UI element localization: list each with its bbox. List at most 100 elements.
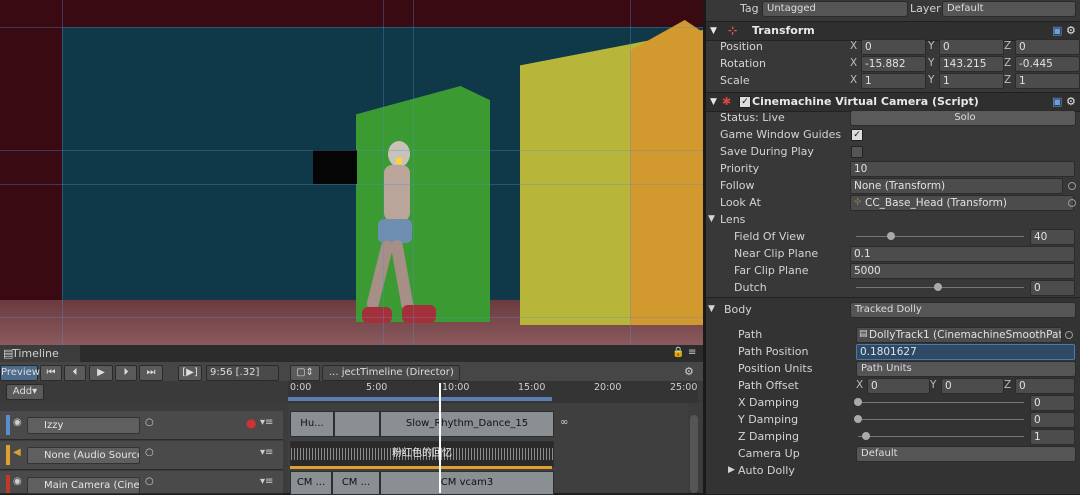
rotation-x-field[interactable]: -15.882 <box>861 56 926 72</box>
layer-dropdown[interactable]: Default <box>942 1 1076 17</box>
y-damping-knob[interactable] <box>854 415 862 423</box>
x-damping-slider[interactable] <box>858 402 1024 403</box>
solo-button[interactable]: Solo <box>850 110 1076 126</box>
timeline-selector[interactable]: ▢⇕ <box>290 365 320 381</box>
director-selector[interactable]: ... jectTimeline (Director) <box>322 365 460 381</box>
lookat-field[interactable]: CC_Base_Head (Transform) <box>850 195 1074 211</box>
object-picker-icon[interactable] <box>1068 182 1076 190</box>
near-clip-field[interactable]: 0.1 <box>850 246 1075 262</box>
target-circle-icon[interactable]: ○ <box>145 447 154 458</box>
tab-timeline[interactable]: ▤ Timeline <box>0 345 80 362</box>
path-offset-z-field[interactable]: 0 <box>1015 378 1075 394</box>
z-damping-field[interactable]: 1 <box>1030 429 1075 445</box>
y-damping-slider[interactable] <box>858 419 1024 420</box>
timeline-scrollbar[interactable] <box>690 415 698 493</box>
clips-area[interactable]: Hu... Slow_Rhythm_Dance_15 ∞ 粉红色的回忆 CM .… <box>288 383 688 495</box>
rotation-y-field[interactable]: 143.215 <box>939 56 1004 72</box>
scene-view[interactable] <box>0 0 703 345</box>
next-frame-button[interactable]: ⏵ <box>115 365 137 381</box>
window-menu-icon[interactable]: ≡ <box>688 347 696 358</box>
goto-end-button[interactable]: ⏭ <box>139 365 163 381</box>
track-menu-icon[interactable]: ▾≡ <box>260 447 273 458</box>
fov-field[interactable]: 40 <box>1030 229 1075 245</box>
tag-dropdown[interactable]: Untagged <box>762 1 908 17</box>
fov-slider-knob[interactable] <box>887 232 895 240</box>
lens-row[interactable]: ▼ Lens <box>706 211 1080 228</box>
target-circle-icon[interactable]: ○ <box>145 417 154 428</box>
path-offset-x-field[interactable]: 0 <box>867 378 930 394</box>
track-binding-field[interactable]: None (Audio Source) <box>27 447 140 464</box>
settings-gear-icon[interactable]: ⚙ <box>684 365 694 378</box>
path-position-field[interactable]: 0.1801627 <box>856 344 1075 360</box>
object-picker-icon[interactable] <box>1065 331 1073 339</box>
scale-z-field[interactable]: 1 <box>1015 73 1080 89</box>
priority-field[interactable]: 10 <box>850 161 1075 177</box>
axis-y-label: Y <box>928 40 935 52</box>
track-binding-field[interactable]: Main Camera (Cinemachine) <box>27 477 140 494</box>
animation-clip[interactable]: Slow_Rhythm_Dance_15 <box>380 411 554 437</box>
z-damping-slider[interactable] <box>858 436 1024 437</box>
track-header-izzy[interactable]: ◉ Izzy ○ ● ▾≡ <box>0 411 283 440</box>
rotation-z-field[interactable]: -0.445 <box>1015 56 1080 72</box>
position-units-dropdown[interactable]: Path Units <box>856 361 1076 377</box>
audio-clip[interactable]: 粉红色的回忆 <box>290 441 554 467</box>
audio-clip-bar <box>290 466 552 469</box>
body-row[interactable]: ▼ Body Tracked Dolly <box>706 301 1080 318</box>
scale-x-field[interactable]: 1 <box>861 73 926 89</box>
position-z-field[interactable]: 0 <box>1015 39 1080 55</box>
track-header-audio[interactable]: ◀ None (Audio Source) ○ ▾≡ <box>0 441 283 470</box>
playrange-button[interactable]: [▶] <box>178 365 202 381</box>
time-ruler[interactable]: 0:00 5:00 10:00 15:00 20:00 25:00 <box>288 381 698 403</box>
preview-button[interactable]: Preview <box>0 365 40 381</box>
x-damping-knob[interactable] <box>854 398 862 406</box>
cinemachine-shot-clip[interactable]: CM ... <box>290 471 332 495</box>
cinemachine-shot-clip[interactable]: CM vcam3 <box>380 471 554 495</box>
vcam-enabled-checkbox[interactable]: ✓ <box>739 96 751 108</box>
time-field[interactable]: 9:56 [.32] <box>206 365 279 381</box>
object-picker-icon[interactable] <box>1068 199 1076 207</box>
track-header-camera[interactable]: ◉ Main Camera (Cinemachine) ○ ▾≡ <box>0 471 283 494</box>
path-field[interactable]: DollyTrack1 (CinemachineSmoothPath) <box>856 327 1062 343</box>
dutch-field[interactable]: 0 <box>1030 280 1075 296</box>
foldout-arrow-icon[interactable]: ▶ <box>728 462 735 479</box>
camera-up-dropdown[interactable]: Default <box>856 446 1076 462</box>
foldout-arrow-icon[interactable]: ▼ <box>708 301 715 318</box>
track-binding-field[interactable]: Izzy <box>27 417 140 434</box>
goto-start-button[interactable]: ⏮ <box>40 365 62 381</box>
scale-y-field[interactable]: 1 <box>939 73 1004 89</box>
auto-dolly-row[interactable]: ▶ Auto Dolly <box>706 462 1080 479</box>
dutch-row: Dutch 0 <box>706 279 1080 296</box>
animation-clip[interactable]: Hu... <box>290 411 334 437</box>
animation-clip[interactable] <box>334 411 380 437</box>
foldout-arrow-icon[interactable]: ▼ <box>708 211 715 228</box>
cinemachine-shot-clip[interactable]: CM ... <box>332 471 380 495</box>
x-damping-field[interactable]: 0 <box>1030 395 1075 411</box>
position-x-field[interactable]: 0 <box>861 39 926 55</box>
guides-checkbox[interactable]: ✓ <box>851 129 863 141</box>
guide-line <box>0 27 703 28</box>
prev-frame-button[interactable]: ⏴ <box>64 365 86 381</box>
track-menu-icon[interactable]: ▾≡ <box>260 476 273 487</box>
z-damping-knob[interactable] <box>862 432 870 440</box>
scale-label: Scale <box>720 74 750 87</box>
far-clip-field[interactable]: 5000 <box>850 263 1075 279</box>
fov-slider[interactable] <box>856 236 1024 237</box>
target-circle-icon[interactable]: ○ <box>145 476 154 487</box>
follow-field[interactable]: None (Transform) <box>850 178 1063 194</box>
add-track-button[interactable]: Add▾ <box>6 384 44 400</box>
save-during-play-checkbox[interactable] <box>851 146 863 158</box>
track-menu-icon[interactable]: ▾≡ <box>260 417 273 428</box>
y-damping-field[interactable]: 0 <box>1030 412 1075 428</box>
loop-icon: ∞ <box>560 417 569 428</box>
record-icon[interactable]: ● <box>246 416 256 430</box>
y-damping-row: Y Damping 0 <box>706 411 1080 428</box>
body-dropdown[interactable]: Tracked Dolly <box>850 302 1076 318</box>
lock-icon[interactable]: 🔒 <box>672 347 684 358</box>
path-offset-y-field[interactable]: 0 <box>941 378 1004 394</box>
playhead[interactable] <box>439 383 441 493</box>
dutch-slider-knob[interactable] <box>934 283 942 291</box>
panel-divider[interactable] <box>703 0 706 493</box>
play-button[interactable]: ▶ <box>89 365 113 381</box>
position-y-field[interactable]: 0 <box>939 39 1004 55</box>
guide-line <box>0 150 703 151</box>
